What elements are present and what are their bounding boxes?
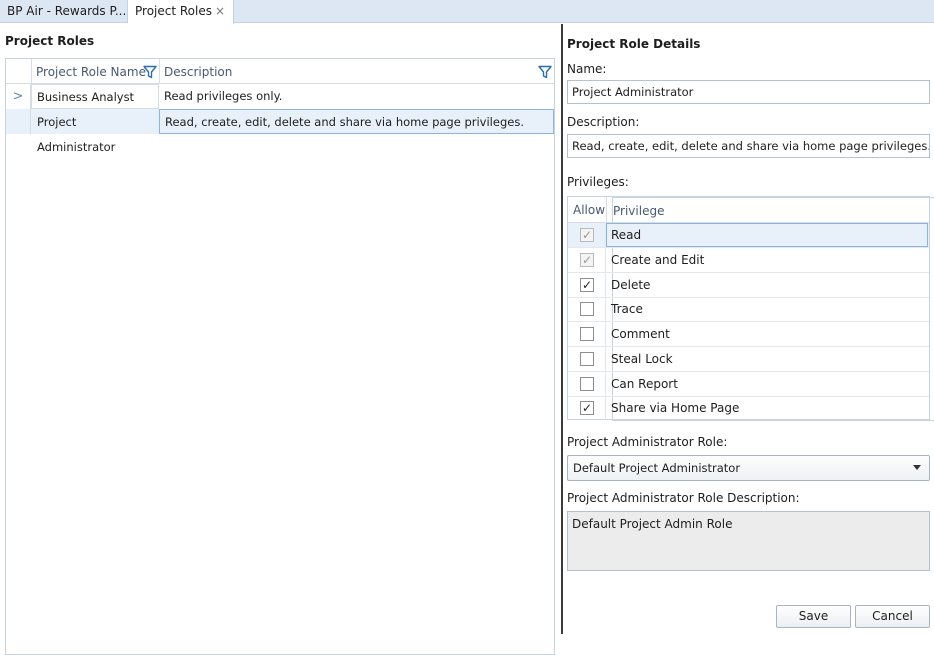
table-row[interactable]: Project Administrator Read, create, edit… <box>6 109 554 154</box>
description-label: Description: <box>567 115 640 129</box>
privileges-label: Privileges: <box>567 175 629 189</box>
privilege-row[interactable]: Can Report <box>568 372 929 397</box>
close-icon[interactable]: × <box>215 0 225 23</box>
privilege-name: Share via Home Page <box>611 401 740 415</box>
filter-icon[interactable] <box>538 65 552 79</box>
privilege-row[interactable]: ✓ Delete <box>568 273 929 298</box>
tab-bp-air-rewards[interactable]: BP Air - Rewards P... <box>0 0 128 23</box>
name-label: Name: <box>567 62 607 76</box>
column-divider <box>606 197 607 223</box>
chevron-down-icon[interactable] <box>913 465 921 470</box>
cancel-button[interactable]: Cancel <box>855 605 930 628</box>
row-indicator-icon: > <box>6 84 31 109</box>
allow-cell: ✓ <box>568 248 606 272</box>
allow-cell: ✓ <box>568 223 606 247</box>
tab-strip: BP Air - Rewards P... Project Roles × <box>0 0 934 24</box>
admin-role-selected: Default Project Administrator <box>573 461 741 475</box>
privilege-name: Trace <box>611 302 643 316</box>
save-button[interactable]: Save <box>776 605 851 628</box>
allow-checkbox[interactable] <box>580 352 594 366</box>
allow-checkbox[interactable]: ✓ <box>580 253 594 267</box>
column-header-description[interactable]: Description <box>164 59 232 84</box>
allow-cell: ✓ <box>568 396 606 420</box>
column-header-name[interactable]: Project Role Name <box>36 59 146 84</box>
tab-label: Project Roles <box>135 4 212 18</box>
admin-role-dropdown[interactable]: Default Project Administrator <box>567 455 930 481</box>
allow-checkbox[interactable] <box>580 377 594 391</box>
privilege-name: Create and Edit <box>611 253 705 267</box>
project-role-details-pane: Project Role Details Name: Project Admin… <box>563 24 934 634</box>
admin-role-description-field: Default Project Admin Role <box>567 511 930 571</box>
privilege-name: Can Report <box>611 377 678 391</box>
allow-checkbox[interactable]: ✓ <box>580 401 594 415</box>
allow-checkbox[interactable] <box>580 302 594 316</box>
privilege-row[interactable]: ✓ Create and Edit <box>568 248 929 273</box>
column-header-allow[interactable]: Allow <box>573 197 605 223</box>
allow-checkbox[interactable]: ✓ <box>580 278 594 292</box>
privilege-row[interactable]: ✓ Share via Home Page <box>568 396 929 421</box>
privilege-row[interactable]: ✓ Read <box>568 223 929 248</box>
tab-project-roles[interactable]: Project Roles × <box>128 0 234 24</box>
cell-description[interactable]: Read privileges only. <box>159 84 554 109</box>
admin-role-description-label: Project Administrator Role Description: <box>567 491 800 505</box>
description-field[interactable]: Read, create, edit, delete and share via… <box>567 134 930 158</box>
project-roles-pane: Project Roles Project Role Name Descript… <box>0 24 561 655</box>
project-roles-grid: Project Role Name Description > Business… <box>5 58 555 655</box>
privileges-grid: Allow Privilege ✓ Read ✓ Create and Edit… <box>567 196 934 421</box>
privileges-header: Allow Privilege <box>568 197 934 421</box>
privilege-row[interactable]: Comment <box>568 322 929 347</box>
cell-role-name[interactable]: Business Analyst <box>31 84 159 109</box>
column-divider <box>159 59 160 84</box>
privilege-name: Delete <box>611 278 651 292</box>
tab-label: BP Air - Rewards P... <box>7 4 127 18</box>
cell-role-name[interactable]: Project Administrator <box>31 109 159 154</box>
table-row[interactable]: > Business Analyst Read privileges only. <box>6 84 554 109</box>
privilege-row[interactable]: Trace <box>568 297 929 322</box>
grid-header: Project Role Name Description <box>6 59 554 84</box>
pane-title: Project Roles <box>5 34 95 48</box>
allow-cell <box>568 372 606 396</box>
privilege-cell-highlight <box>606 223 928 247</box>
details-title: Project Role Details <box>567 37 701 51</box>
name-field[interactable]: Project Administrator <box>567 80 930 104</box>
cell-description[interactable]: Read, create, edit, delete and share via… <box>159 109 554 134</box>
allow-cell <box>568 297 606 321</box>
privilege-name: Read <box>611 228 642 242</box>
column-divider <box>31 59 32 84</box>
privilege-name: Steal Lock <box>611 352 673 366</box>
allow-cell <box>568 322 606 346</box>
row-indicator-icon <box>6 109 31 134</box>
privilege-name: Comment <box>611 327 670 341</box>
filter-icon[interactable] <box>143 65 157 79</box>
allow-checkbox[interactable] <box>580 327 594 341</box>
allow-checkbox[interactable]: ✓ <box>580 228 594 242</box>
allow-cell <box>568 347 606 371</box>
admin-role-label: Project Administrator Role: <box>567 435 728 449</box>
allow-cell: ✓ <box>568 273 606 297</box>
privilege-row[interactable]: Steal Lock <box>568 347 929 372</box>
